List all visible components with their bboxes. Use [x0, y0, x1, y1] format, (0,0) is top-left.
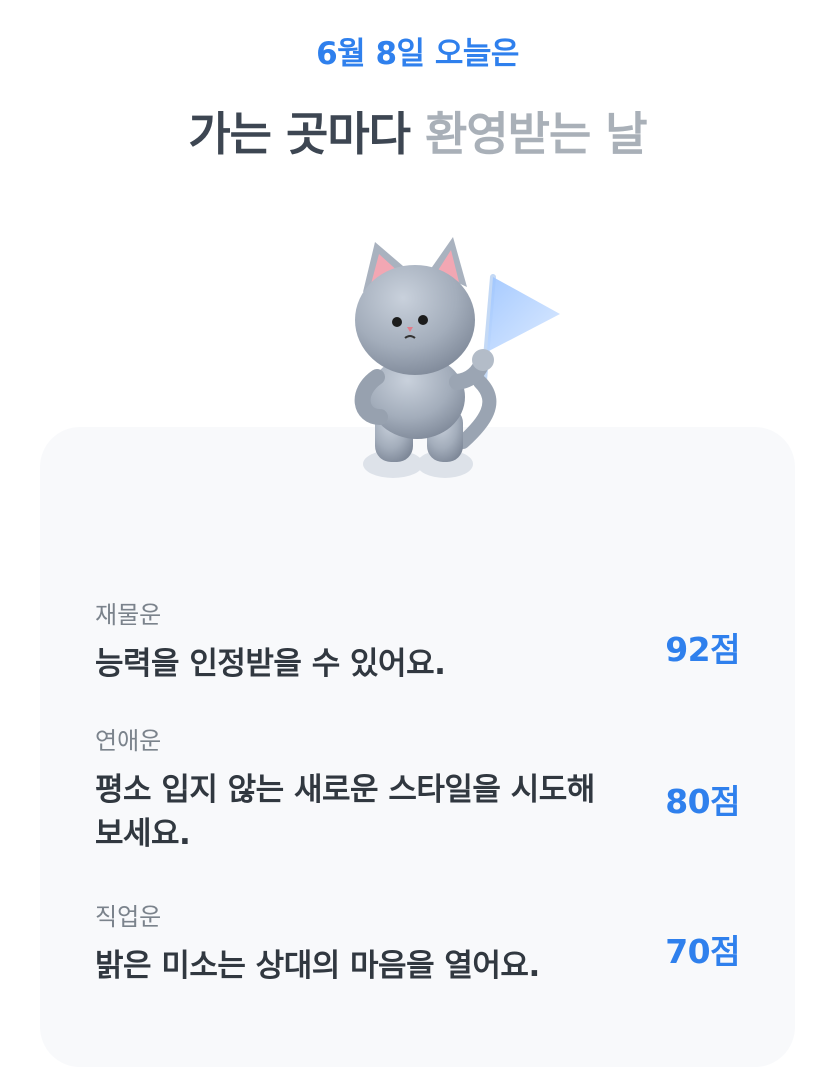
fortune-score: 80점 [665, 782, 740, 821]
headline-soft-text: 환영받는 날 [425, 107, 648, 161]
fortune-item-career: 직업운 밝은 미소는 상대의 마음을 열어요. 70점 [95, 897, 755, 988]
fortune-category: 연애운 [95, 727, 162, 755]
fortune-score: 70점 [665, 932, 740, 971]
fortune-category: 재물운 [95, 601, 162, 629]
fortune-category: 직업운 [95, 903, 162, 931]
fortune-message: 밝은 미소는 상대의 마음을 열어요. [95, 948, 540, 984]
fortune-item-wealth: 재물운 능력을 인정받을 수 있어요. 92점 [95, 595, 755, 686]
fortune-headline: 가는 곳마다 환영받는 날 [0, 98, 835, 164]
date-title: 6월 8일 오늘은 [316, 36, 519, 72]
fortune-message: 평소 입지 않는 새로운 스타일을 시도해 보세요. [95, 772, 595, 852]
headline-strong-text: 가는 곳마다 [188, 107, 411, 161]
cat-with-flag-icon [354, 237, 560, 478]
fortune-item-love: 연애운 평소 입지 않는 새로운 스타일을 시도해 보세요. 80점 [95, 721, 755, 856]
fortune-message: 능력을 인정받을 수 있어요. [95, 646, 446, 682]
fortune-score: 92점 [665, 630, 740, 669]
